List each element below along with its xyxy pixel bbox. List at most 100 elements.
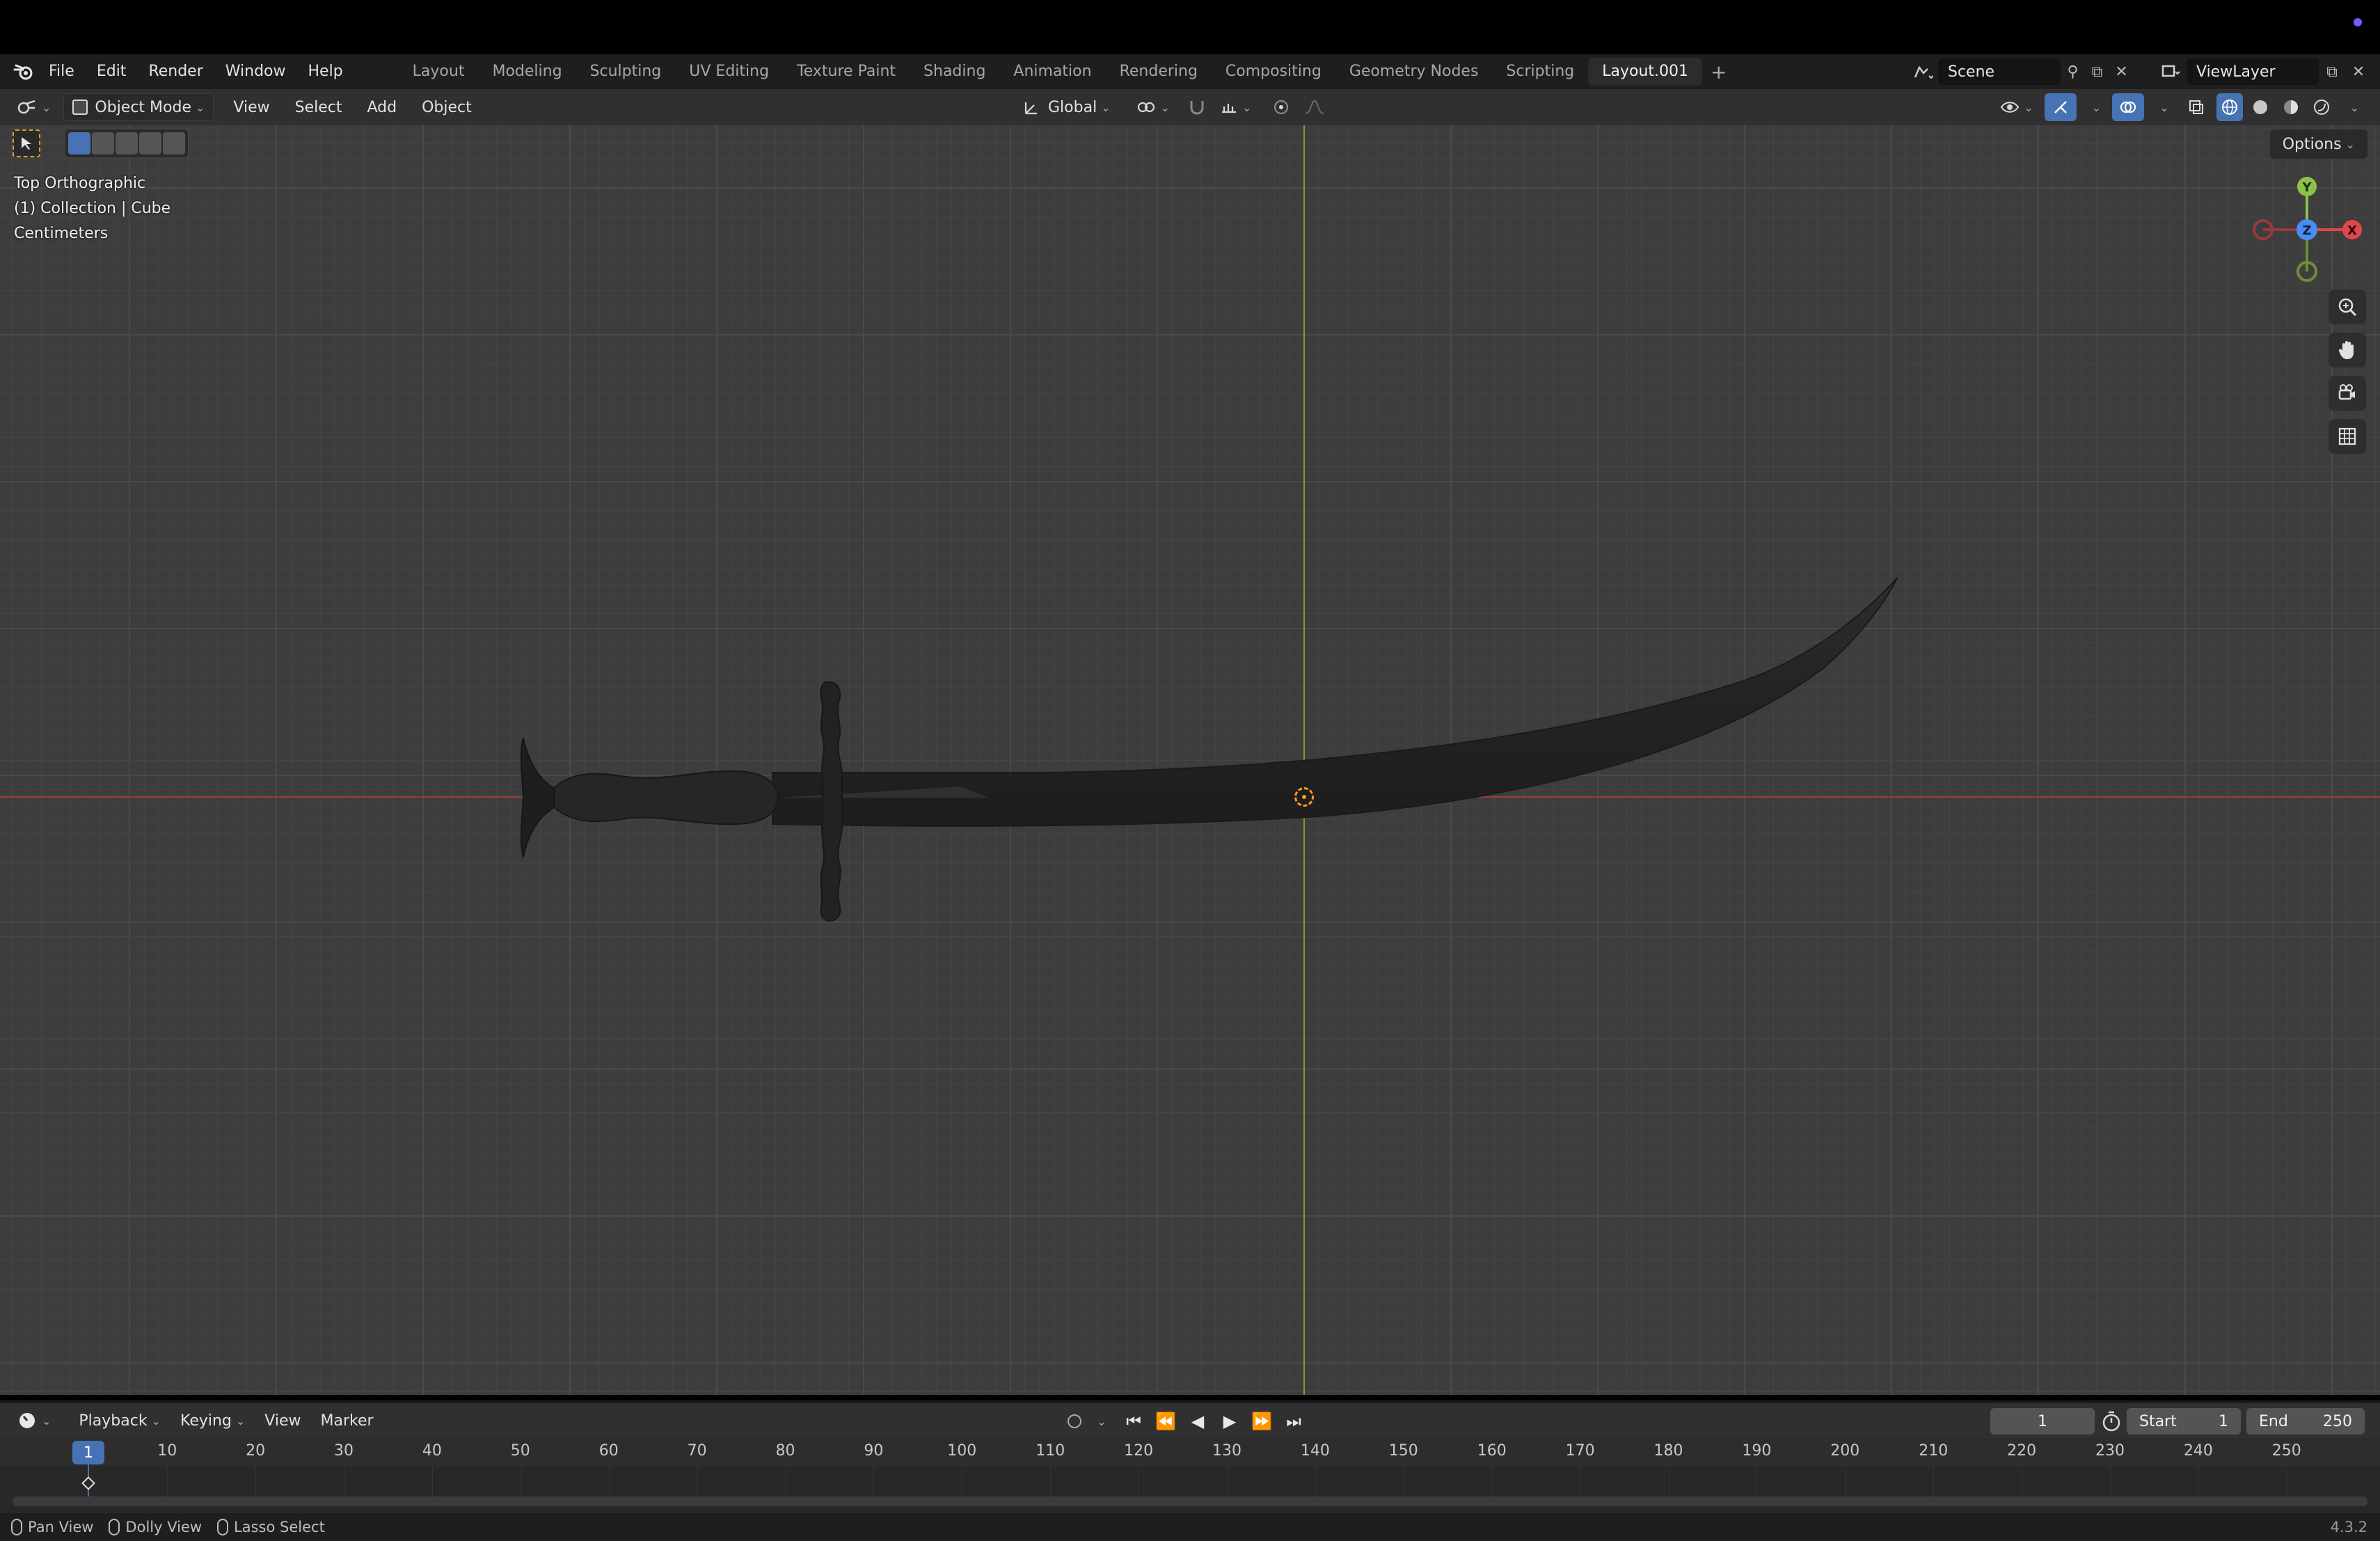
menu-object[interactable]: Object xyxy=(409,99,484,116)
ruler-label: 180 xyxy=(1653,1442,1683,1460)
tab-layout-001[interactable]: Layout.001 xyxy=(1588,58,1703,86)
tab-compositing[interactable]: Compositing xyxy=(1212,58,1335,86)
ruler-label: 230 xyxy=(2095,1442,2125,1460)
stopwatch-icon[interactable] xyxy=(2099,1409,2124,1434)
scene-name-field[interactable]: Scene xyxy=(1937,58,2061,85)
blender-version: 4.3.2 xyxy=(2330,1519,2367,1535)
wireframe-sphere-icon xyxy=(2221,100,2237,115)
ruler-label: 200 xyxy=(1830,1442,1860,1460)
keying-menu[interactable]: Keying ⌄ xyxy=(170,1412,255,1430)
menu-file[interactable]: File xyxy=(38,54,86,89)
timeline-scrollbar[interactable] xyxy=(13,1496,2367,1506)
gizmo-toggle[interactable] xyxy=(2044,93,2077,121)
magnet-icon xyxy=(1190,101,1204,115)
editor-type-button[interactable]: ⌄ xyxy=(10,93,58,121)
pivot-point-dropdown[interactable]: ⌄ xyxy=(1129,93,1177,121)
keyframe-diamond-icon[interactable] xyxy=(81,1476,95,1490)
menu-window[interactable]: Window xyxy=(214,54,297,89)
shading-dropdown[interactable]: ⌄ xyxy=(2339,93,2366,121)
ruler-label: 80 xyxy=(775,1442,795,1460)
tab-texture-paint[interactable]: Texture Paint xyxy=(783,58,910,86)
snap-toggle[interactable] xyxy=(1181,93,1213,121)
new-view-layer-icon[interactable]: ⧉ xyxy=(2319,58,2345,85)
gizmo-dropdown[interactable]: ⌄ xyxy=(2081,93,2108,121)
shading-solid-button[interactable] xyxy=(2247,93,2274,121)
ruler-label: 240 xyxy=(2183,1442,2213,1460)
menu-help[interactable]: Help xyxy=(297,54,354,89)
tab-uv-editing[interactable]: UV Editing xyxy=(675,58,783,86)
sword-mesh[interactable] xyxy=(0,125,2380,1395)
playhead-frame-number: 1 xyxy=(84,1444,93,1462)
remove-view-layer-icon[interactable]: ✕ xyxy=(2345,58,2372,85)
shading-material-button[interactable] xyxy=(2278,93,2304,121)
timeline-editor-type-button[interactable]: ⌄ xyxy=(7,1410,61,1431)
object-mode-dropdown[interactable]: Object Mode ⌄ xyxy=(63,93,214,121)
tab-geometry-nodes[interactable]: Geometry Nodes xyxy=(1335,58,1493,86)
end-frame-field[interactable]: End 250 xyxy=(2246,1408,2365,1435)
visibility-dropdown[interactable]: ⌄ xyxy=(1993,93,2040,121)
tab-shading[interactable]: Shading xyxy=(910,58,999,86)
marker-menu[interactable]: Marker xyxy=(311,1412,383,1430)
orientation-label: Global xyxy=(1048,98,1097,116)
overlays-icon xyxy=(2120,101,2136,113)
playhead-frame-badge[interactable]: 1 xyxy=(72,1441,104,1464)
play-icon[interactable]: ▶ xyxy=(1215,1408,1244,1435)
tab-layout[interactable]: Layout xyxy=(399,58,479,86)
timeline-view-menu[interactable]: View xyxy=(255,1412,310,1430)
ruler-tick-line xyxy=(1050,1467,1052,1502)
previous-keyframe-icon[interactable]: ⏪ xyxy=(1151,1408,1180,1435)
shading-wireframe-button[interactable] xyxy=(2216,93,2243,121)
current-frame-field[interactable]: 1 xyxy=(1990,1408,2095,1435)
proportional-editing-toggle[interactable] xyxy=(1265,93,1297,121)
snap-target-dropdown[interactable]: ⌄ xyxy=(1213,93,1258,121)
blender-logo-icon[interactable] xyxy=(10,58,38,86)
keying-label: Keying xyxy=(180,1412,232,1430)
start-label: Start xyxy=(2139,1412,2177,1430)
tab-modeling[interactable]: Modeling xyxy=(478,58,576,86)
menu-view[interactable]: View xyxy=(221,99,282,116)
menu-edit[interactable]: Edit xyxy=(86,54,138,89)
frame-ruler[interactable]: 10 20 30 40 50 60 70 80 90 100 110 120 130 140 150 160 1… xyxy=(0,1438,2380,1466)
tab-scripting[interactable]: Scripting xyxy=(1492,58,1588,86)
playback-menu[interactable]: Playback ⌄ xyxy=(69,1412,170,1430)
start-frame-field[interactable]: Start 1 xyxy=(2127,1408,2241,1435)
add-workspace-icon[interactable]: + xyxy=(1702,61,1735,84)
status-dolly-view: Dolly View xyxy=(109,1519,202,1535)
falloff-curve-icon xyxy=(1306,100,1324,114)
viewport-display-tools: ⌄ ⌄ ⌄ ⌄ xyxy=(1993,93,2366,121)
jump-to-end-icon[interactable]: ⏭ xyxy=(1279,1408,1308,1435)
view-layer-icon[interactable] xyxy=(2157,58,2184,85)
status-pan-view: Pan View xyxy=(11,1519,93,1535)
menu-add[interactable]: Add xyxy=(355,99,410,116)
view-layer-name-field[interactable]: ViewLayer xyxy=(2187,58,2319,85)
rendered-sphere-icon xyxy=(2313,100,2329,115)
falloff-dropdown[interactable] xyxy=(1297,93,1332,121)
ruler-label: 20 xyxy=(246,1442,266,1460)
overlays-dropdown[interactable]: ⌄ xyxy=(2148,93,2175,121)
status-lasso-select: Lasso Select xyxy=(217,1519,325,1535)
object-origin-icon xyxy=(1294,787,1314,807)
tab-animation[interactable]: Animation xyxy=(999,58,1105,86)
menu-render[interactable]: Render xyxy=(137,54,214,89)
tab-sculpting[interactable]: Sculpting xyxy=(576,58,676,86)
xray-toggle[interactable] xyxy=(2180,93,2212,121)
next-keyframe-icon[interactable]: ⏩ xyxy=(1247,1408,1276,1435)
auto-keying-record-icon[interactable] xyxy=(1061,1408,1088,1435)
pin-icon[interactable]: ⚲ xyxy=(2061,58,2085,85)
shading-rendered-button[interactable] xyxy=(2308,93,2335,121)
remove-scene-icon[interactable]: ✕ xyxy=(2109,58,2134,85)
overlays-toggle[interactable] xyxy=(2112,93,2145,121)
scene-icon[interactable] xyxy=(1911,58,1935,85)
new-scene-icon[interactable]: ⧉ xyxy=(2085,58,2109,85)
orientation-dropdown[interactable]: Global ⌄ xyxy=(1016,93,1118,121)
tab-rendering[interactable]: Rendering xyxy=(1106,58,1212,86)
ruler-label: 10 xyxy=(157,1442,177,1460)
ruler-tick-line xyxy=(2198,1467,2199,1502)
play-reverse-icon[interactable]: ◀ xyxy=(1183,1408,1212,1435)
timeline-area[interactable]: 10 20 30 40 50 60 70 80 90 100 110 120 130 140 150 160 1… xyxy=(0,1438,2380,1513)
workspace-tabs: Layout Modeling Sculpting UV Editing Tex… xyxy=(399,54,1736,89)
menu-select[interactable]: Select xyxy=(283,99,355,116)
3d-viewport[interactable]: Top Orthographic (1) Collection | Cube C… xyxy=(0,125,2380,1395)
jump-to-start-icon[interactable]: ⏮ xyxy=(1119,1408,1148,1435)
auto-keying-dropdown[interactable]: ⌄ xyxy=(1091,1408,1108,1435)
